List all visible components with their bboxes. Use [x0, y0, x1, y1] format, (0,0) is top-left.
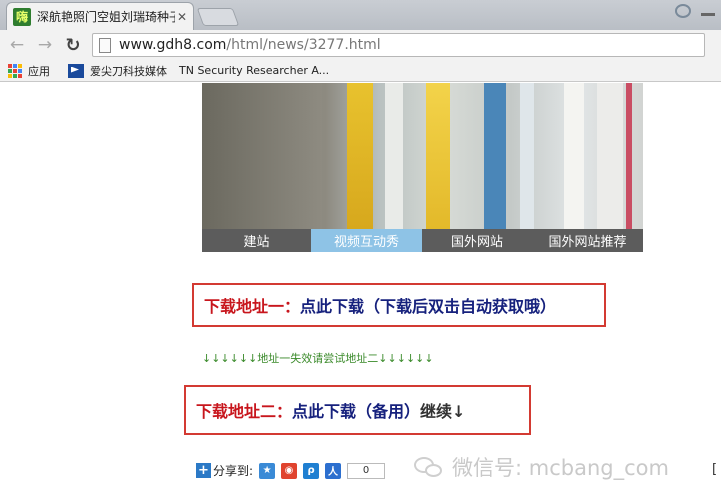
bookmark-ijiandao[interactable]: 爱尖刀科技媒体 [68, 63, 167, 79]
tab-title: 深航艳照门空姐刘瑞琦种子下载 [37, 10, 175, 24]
back-icon[interactable]: ← [6, 34, 28, 56]
weibo-icon[interactable]: ◉ [281, 462, 298, 479]
tencent-weibo-icon[interactable]: ρ [303, 462, 320, 479]
renren-icon[interactable]: 人 [325, 462, 342, 479]
download-2-prefix: 下载地址二： [196, 402, 293, 421]
browser-tab[interactable]: 嗨 深航艳照门空姐刘瑞琦种子下载 ✕ [6, 2, 194, 30]
window-controls [675, 4, 715, 18]
bookmark-label: TN Security Researcher A... [179, 64, 330, 77]
download-1-prefix: 下载地址一： [204, 297, 301, 316]
minimize-icon[interactable] [701, 12, 715, 16]
browser-toolbar: ← → ↻ www.gdh8.com/html/news/3277.html [0, 30, 721, 60]
download-2-continue: 继续↓ [420, 402, 466, 421]
reload-icon[interactable]: ↻ [62, 34, 84, 56]
fallback-note: ↓↓↓↓↓↓地址一失效请尝试地址二↓↓↓↓↓↓ [202, 352, 434, 365]
new-tab-button[interactable] [196, 8, 240, 26]
bookmarks-bar: 应用 爱尖刀科技媒体 TN Security Researcher A... [0, 60, 721, 82]
wechat-watermark: 微信号: mcbang_com [414, 452, 669, 482]
article-photo [202, 83, 643, 229]
tab-close-icon[interactable]: ✕ [177, 10, 187, 24]
share-count: 0 [347, 462, 386, 479]
wechat-icon [414, 455, 444, 479]
bookmark-label: 爱尖刀科技媒体 [90, 64, 167, 78]
profile-icon[interactable] [675, 4, 691, 18]
address-bar[interactable]: www.gdh8.com/html/news/3277.html [92, 33, 705, 57]
download-2-link[interactable]: 点此下载（备用） [292, 398, 420, 422]
url-host: www.gdh8.com [119, 37, 227, 53]
photo-tab-foreign-sites[interactable]: 国外网站 [422, 229, 532, 252]
edge-bracket: [ [712, 462, 718, 477]
download-1-link[interactable]: 点此下载（下载后双击自动获取哦） [300, 293, 556, 317]
qzone-icon[interactable]: ★ [259, 462, 276, 479]
apps-grid-icon [8, 63, 22, 78]
photo-tab-foreign-recommend[interactable]: 国外网站推荐 [532, 229, 643, 252]
share-plus-icon[interactable]: + [196, 463, 211, 478]
share-bar: + 分享到: ★ ◉ ρ 人 0 [196, 462, 386, 479]
share-label: 分享到: [213, 464, 254, 478]
photo-tab-video[interactable]: 视频互动秀 [311, 229, 422, 252]
watermark-text: 微信号: mcbang_com [452, 456, 669, 480]
page-icon [99, 37, 111, 53]
url-path: /html/news/3277.html [226, 37, 381, 53]
site-favicon-icon: 嗨 [13, 7, 31, 26]
bookmark-tn-security[interactable]: TN Security Researcher A... [179, 64, 329, 77]
photo-tab-bar: 建站 视频互动秀 国外网站 国外网站推荐 [202, 229, 643, 252]
bookmark-apps[interactable]: 应用 [8, 63, 50, 79]
download-box-1: 下载地址一： 点此下载（下载后双击自动获取哦） [192, 283, 606, 327]
forward-icon[interactable]: → [34, 34, 56, 56]
flag-icon [68, 63, 84, 78]
photo-tab-jianzhan[interactable]: 建站 [202, 229, 311, 252]
download-box-2: 下载地址二： 点此下载（备用） 继续↓ [184, 385, 531, 435]
bookmark-label: 应用 [28, 64, 50, 78]
browser-tabstrip: 嗨 深航艳照门空姐刘瑞琦种子下载 ✕ [0, 0, 721, 30]
